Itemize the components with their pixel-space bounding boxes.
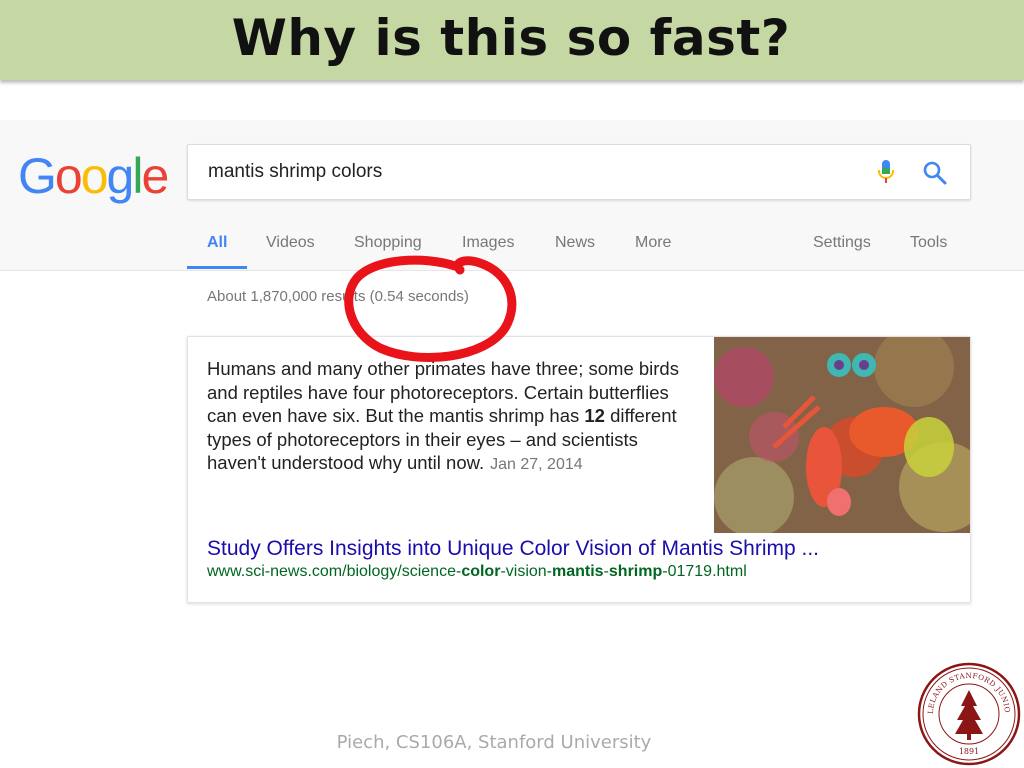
result-url[interactable]: www.sci-news.com/biology/science-color-v… (207, 563, 747, 581)
slide-header: Why is this so fast? (0, 0, 1024, 80)
result-title-link[interactable]: Study Offers Insights into Unique Color … (207, 537, 819, 561)
logo-letter: g (106, 148, 135, 204)
tab-videos[interactable]: Videos (266, 234, 315, 252)
tab-more[interactable]: More (635, 234, 671, 252)
featured-snippet: Humans and many other primates have thre… (187, 336, 971, 603)
tab-settings[interactable]: Settings (813, 234, 871, 252)
active-tab-indicator (187, 266, 247, 269)
logo-letter: e (141, 148, 169, 204)
microphone-icon[interactable] (876, 159, 896, 185)
url-part: shrimp (608, 563, 663, 580)
url-part: mantis (552, 563, 604, 580)
stanford-seal-icon: LELAND STANFORD JUNIOR UNIVERSITY 1891 (917, 662, 1021, 766)
tab-all[interactable]: All (207, 234, 227, 252)
snippet-text: Humans and many other primates have thre… (207, 357, 687, 477)
google-logo[interactable]: Google (18, 148, 169, 204)
snippet-bold-number: 12 (584, 405, 605, 426)
url-part: www.sci-news.com/biology/science- (207, 563, 462, 580)
search-input[interactable] (208, 145, 808, 199)
mantis-shrimp-image[interactable] (714, 337, 970, 533)
slide-title: Why is this so fast? (231, 9, 791, 67)
logo-letter: o (80, 148, 109, 204)
search-icon[interactable] (922, 160, 948, 186)
seal-year: 1891 (959, 747, 979, 756)
tab-tools[interactable]: Tools (910, 234, 947, 252)
logo-letter: l (132, 148, 143, 204)
logo-letter: o (54, 148, 83, 204)
tab-news[interactable]: News (555, 234, 595, 252)
url-part: -vision- (500, 563, 552, 580)
logo-letter: G (18, 148, 57, 204)
red-circle-annotation (344, 255, 517, 362)
snippet-date: Jan 27, 2014 (490, 456, 583, 473)
slide-footer: Piech, CS106A, Stanford University (336, 732, 652, 753)
search-box[interactable] (187, 144, 971, 200)
url-part: color (461, 563, 501, 580)
url-part: -01719.html (662, 563, 747, 580)
